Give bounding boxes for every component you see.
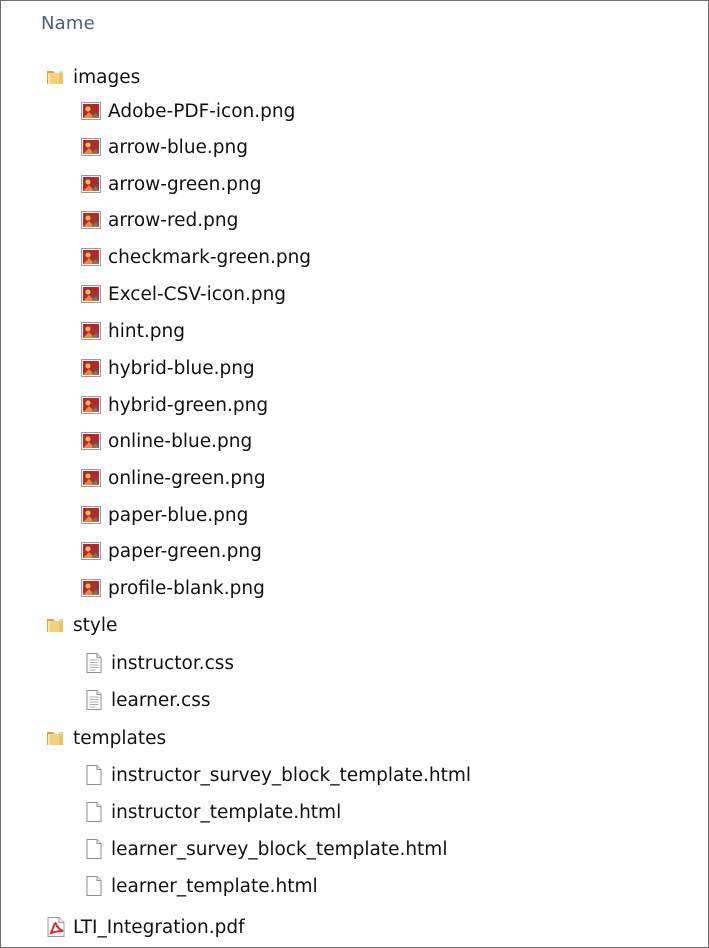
item-name: instructor_survey_block_template.html [111,764,472,786]
item-name: hint.png [108,320,185,342]
file-row-online-blue-png[interactable]: online-blue.png [80,425,252,457]
item-name: style [73,614,118,636]
item-name: templates [73,727,167,749]
file-row-hybrid-green-png[interactable]: hybrid-green.png [80,389,268,421]
html-file-icon [83,875,105,897]
file-row-learner-survey-block-template-html[interactable]: learner_survey_block_template.html [83,833,447,865]
item-name: Adobe-PDF-icon.png [108,100,296,122]
folder-row-templates[interactable]: templates [45,722,166,754]
file-row-checkmark-green-png[interactable]: checkmark-green.png [80,241,311,273]
file-row-instructor-survey-block-template-html[interactable]: instructor_survey_block_template.html [83,759,471,791]
item-name: learner_template.html [111,875,318,897]
folder-row-images[interactable]: images [45,61,140,93]
item-name: hybrid-blue.png [108,357,255,379]
image-file-icon [80,246,102,268]
item-name: profile-blank.png [108,577,265,599]
file-row-paper-blue-png[interactable]: paper-blue.png [80,499,248,531]
item-name: online-green.png [108,467,266,489]
file-row-online-green-png[interactable]: online-green.png [80,462,266,494]
image-file-icon [80,430,102,452]
file-explorer-pane: Name images Adobe-PDF-icon.png arrow-blue.… [0,0,709,948]
image-file-icon [80,504,102,526]
image-file-icon [80,320,102,342]
item-name: paper-blue.png [108,504,249,526]
html-file-icon [83,838,105,860]
item-name: LTI_Integration.pdf [73,916,245,938]
item-name: learner.css [111,689,211,711]
file-row-instructor-css[interactable]: instructor.css [83,647,234,679]
item-name: instructor.css [111,652,235,674]
item-name: arrow-green.png [108,173,262,195]
file-row-hybrid-blue-png[interactable]: hybrid-blue.png [80,352,255,384]
file-row-instructor-template-html[interactable]: instructor_template.html [83,796,341,828]
html-file-icon [83,764,105,786]
file-row-learner-css[interactable]: learner.css [83,684,210,716]
item-name: paper-green.png [108,540,262,562]
item-name: checkmark-green.png [108,246,312,268]
item-name: arrow-blue.png [108,136,249,158]
file-row-excel-csv-icon-png[interactable]: Excel-CSV-icon.png [80,278,286,310]
folder-icon [45,727,67,749]
file-row-arrow-blue-png[interactable]: arrow-blue.png [80,131,248,163]
image-file-icon [80,173,102,195]
item-name: instructor_template.html [111,801,342,823]
folder-icon [45,614,67,636]
image-file-icon [80,209,102,231]
image-file-icon [80,540,102,562]
file-row-profile-blank-png[interactable]: profile-blank.png [80,572,265,604]
item-name: images [73,66,141,88]
item-name: Excel-CSV-icon.png [108,283,287,305]
name-column-header[interactable]: Name [41,13,95,34]
file-row-learner-template-html[interactable]: learner_template.html [83,870,318,902]
image-file-icon [80,283,102,305]
file-row-arrow-red-png[interactable]: arrow-red.png [80,204,238,236]
folder-icon [45,66,67,88]
image-file-icon [80,577,102,599]
folder-row-style[interactable]: style [45,609,117,641]
file-row-hint-png[interactable]: hint.png [80,315,185,347]
item-name: arrow-red.png [108,209,239,231]
image-file-icon [80,467,102,489]
html-file-icon [83,801,105,823]
file-row-arrow-green-png[interactable]: arrow-green.png [80,168,261,200]
item-name: online-blue.png [108,430,253,452]
text-file-icon [83,652,105,674]
item-name: learner_survey_block_template.html [111,838,448,860]
item-name: hybrid-green.png [108,394,269,416]
image-file-icon [80,394,102,416]
image-file-icon [80,100,102,122]
file-row-lti-integration-pdf[interactable]: LTI_Integration.pdf [45,911,245,943]
image-file-icon [80,357,102,379]
pdf-file-icon [45,916,67,938]
file-row-adobe-pdf-icon-png[interactable]: Adobe-PDF-icon.png [80,95,295,127]
file-row-paper-green-png[interactable]: paper-green.png [80,535,262,567]
text-file-icon [83,689,105,711]
image-file-icon [80,136,102,158]
